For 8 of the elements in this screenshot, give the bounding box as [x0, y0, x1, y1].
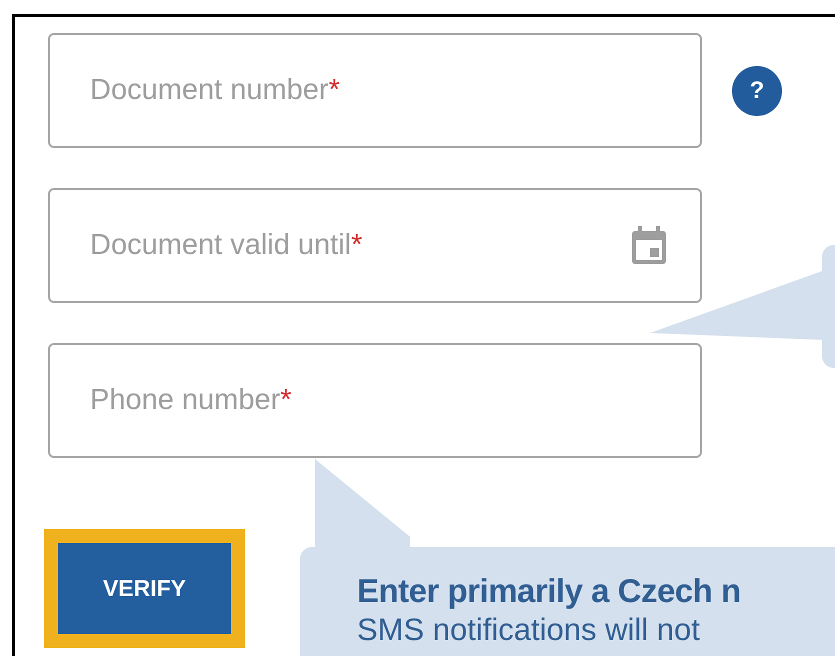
input-field[interactable]: Document valid until*: [48, 188, 702, 303]
hint-text: SMS notifications will not: [357, 611, 701, 649]
input-field[interactable]: Phone number*: [48, 343, 702, 458]
input-field[interactable]: Document number*: [48, 33, 702, 148]
calendar-icon: [630, 226, 668, 266]
verify-button[interactable]: VERIFY: [58, 543, 231, 634]
hint-title: Enter primarily a Czech n: [357, 571, 742, 611]
help-button[interactable]: ?: [732, 66, 782, 116]
